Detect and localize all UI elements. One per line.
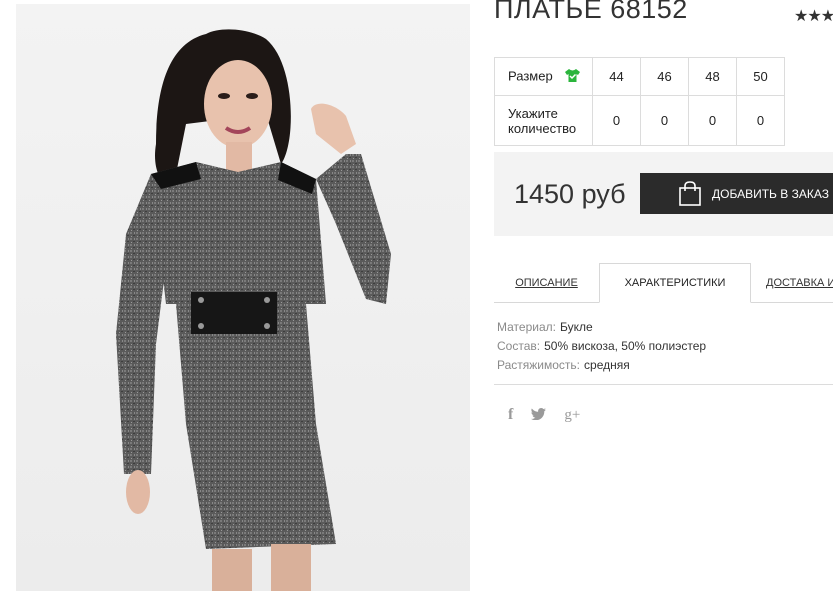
size-option[interactable]: 44 [592,57,641,96]
product-photo[interactable] [16,4,470,591]
tab-characteristics[interactable]: ХАРАКТЕРИСТИКИ [599,263,751,303]
shopping-bag-icon [678,181,702,209]
product-title: ПЛАТЬЕ 68152 [494,0,688,24]
rating-stars[interactable]: ★★★ [794,6,833,26]
size-option[interactable]: 50 [736,57,785,96]
size-option[interactable]: 46 [640,57,689,96]
facebook-icon[interactable]: f [508,406,513,424]
tab-delivery[interactable]: ДОСТАВКА И [766,263,833,303]
add-to-order-label: ДОБАВИТЬ В ЗАКАЗ [712,186,829,201]
quantity-input[interactable]: 0 [640,95,689,146]
product-price: 1450 руб [514,179,626,209]
googleplus-icon[interactable]: g+ [564,407,580,424]
quantity-label: Укажите количество [494,95,593,146]
spec-key: Растяжимость: [497,358,581,372]
spec-row: Материал: Букле [497,318,706,337]
tshirt-icon[interactable] [564,68,581,86]
tab-description[interactable]: ОПИСАНИЕ [494,263,599,303]
quantity-input[interactable]: 0 [736,95,785,146]
add-to-order-button[interactable]: ДОБАВИТЬ В ЗАКАЗ [640,173,833,214]
twitter-icon[interactable] [531,407,547,423]
spec-key: Материал: [497,320,556,334]
dress-model-image [116,29,391,591]
spec-value: 50% вискоза, 50% полиэстер [544,339,707,353]
social-share: f g+ [508,406,580,424]
quantity-input[interactable]: 0 [688,95,737,146]
size-row: Размер 44 46 48 50 [494,57,785,96]
quantity-input[interactable]: 0 [592,95,641,146]
section-divider [494,384,833,385]
price-panel: 1450 руб ДОБАВИТЬ В ЗАКАЗ [494,152,833,236]
spec-row: Состав: 50% вискоза, 50% полиэстер [497,337,706,356]
size-label: Размер [508,67,553,83]
spec-key: Состав: [497,339,541,353]
spec-row: Растяжимость: средняя [497,356,706,375]
product-tabs: ОПИСАНИЕ ХАРАКТЕРИСТИКИ ДОСТАВКА И [494,263,833,303]
spec-value: Букле [559,320,593,334]
size-label-cell: Размер [494,57,593,96]
size-quantity-table: Размер 44 46 48 50 Укажите количество 0 … [494,57,785,146]
specifications: Материал: Букле Состав: 50% вискоза, 50% п… [497,318,706,375]
spec-value: средняя [584,358,630,372]
size-option[interactable]: 48 [688,57,737,96]
quantity-row: Укажите количество 0 0 0 0 [494,95,785,146]
